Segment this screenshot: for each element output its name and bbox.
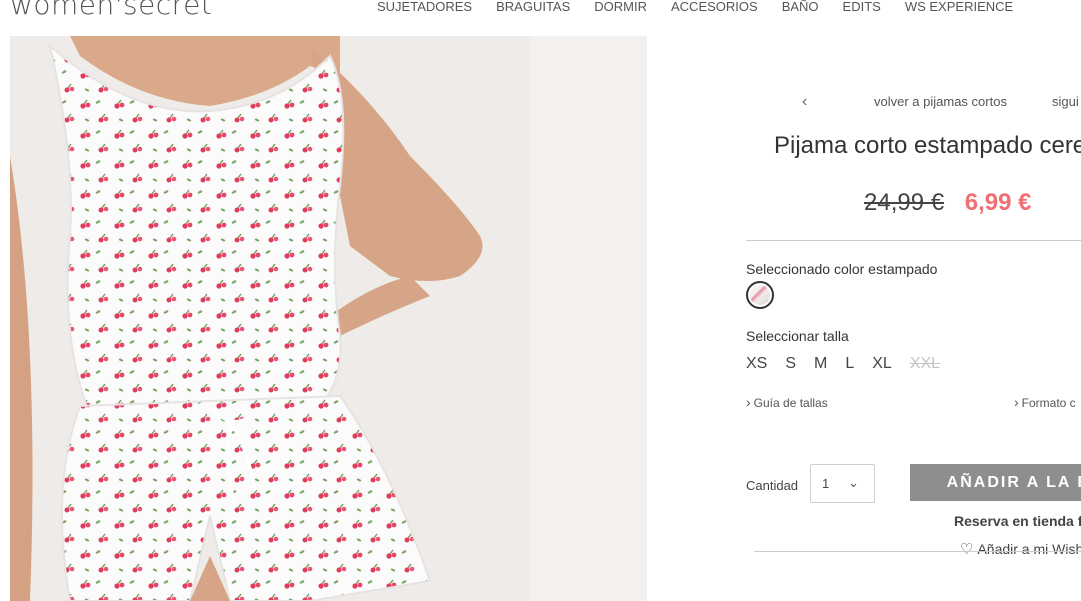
quantity-value: 1 (822, 476, 830, 491)
size-label: Seleccionar talla (746, 328, 849, 344)
size-option-s[interactable]: S (785, 355, 796, 373)
product-title: Pijama corto estampado cere (774, 132, 1081, 159)
product-image[interactable] (10, 36, 647, 601)
size-option-xs[interactable]: XS (746, 355, 767, 373)
back-to-category-link[interactable]: volver a pijamas cortos (874, 94, 1007, 109)
site-header: women'secret SUJETADORES BRAGUITAS DORMI… (0, 0, 1081, 36)
product-navigation: ‹ volver a pijamas cortos sigui (746, 93, 1081, 112)
format-link[interactable]: › Formato c (1014, 394, 1076, 410)
chevron-right-icon: › (1014, 394, 1019, 410)
nav-bano[interactable]: BAÑO (782, 0, 819, 14)
sale-price: 6,99 € (964, 189, 1032, 216)
brand-logo[interactable]: women'secret (10, 0, 212, 21)
price-block: 24,99 € 6,99 € (864, 189, 1031, 217)
size-option-xxl: XXL (909, 355, 941, 372)
add-to-bag-button[interactable]: AÑADIR A LA BO (910, 464, 1081, 501)
chevron-left-icon[interactable]: ‹ (802, 93, 807, 111)
size-guide-link[interactable]: › Guía de tallas (746, 394, 828, 410)
quantity-select[interactable]: 1 ⌄ (810, 464, 875, 503)
size-option-l[interactable]: L (845, 355, 854, 373)
nav-sujetadores[interactable]: SUJETADORES (377, 0, 472, 14)
size-guide-label: Guía de tallas (753, 396, 828, 410)
format-label: Formato c (1021, 396, 1076, 410)
next-product-link[interactable]: sigui (1052, 94, 1079, 109)
quantity-label: Cantidad (746, 478, 799, 493)
reserve-in-store-link[interactable]: Reserva en tienda f (954, 513, 1081, 529)
size-option-xl[interactable]: XL (872, 355, 892, 373)
color-label: Seleccionado color estampado (746, 261, 938, 277)
wishlist-label: Añadir a mi Wish (977, 541, 1081, 557)
original-price: 24,99 € (864, 189, 945, 216)
divider-bottom (754, 551, 1081, 552)
color-swatch-estampado[interactable] (746, 281, 774, 309)
nav-edits[interactable]: EDITS (843, 0, 881, 14)
chevron-right-icon: › (746, 394, 751, 410)
size-option-m[interactable]: M (814, 355, 827, 373)
nav-accesorios[interactable]: ACCESORIOS (671, 0, 758, 14)
product-details: ‹ volver a pijamas cortos sigui Pijama c… (746, 36, 1081, 601)
divider (746, 240, 1081, 241)
heart-icon: ♡ (960, 541, 974, 558)
size-selector: XS S M L XL XXL (746, 355, 958, 373)
nav-braguitas[interactable]: BRAGUITAS (496, 0, 570, 14)
swatch-fill (750, 285, 770, 305)
product-photo-illustration (10, 36, 647, 601)
nav-ws-experience[interactable]: WS EXPERIENCE (905, 0, 1013, 14)
main-nav: SUJETADORES BRAGUITAS DORMIR ACCESORIOS … (377, 0, 1037, 14)
chevron-down-icon: ⌄ (848, 475, 859, 490)
nav-dormir[interactable]: DORMIR (594, 0, 647, 14)
add-to-wishlist-link[interactable]: ♡ Añadir a mi Wish (960, 540, 1081, 558)
